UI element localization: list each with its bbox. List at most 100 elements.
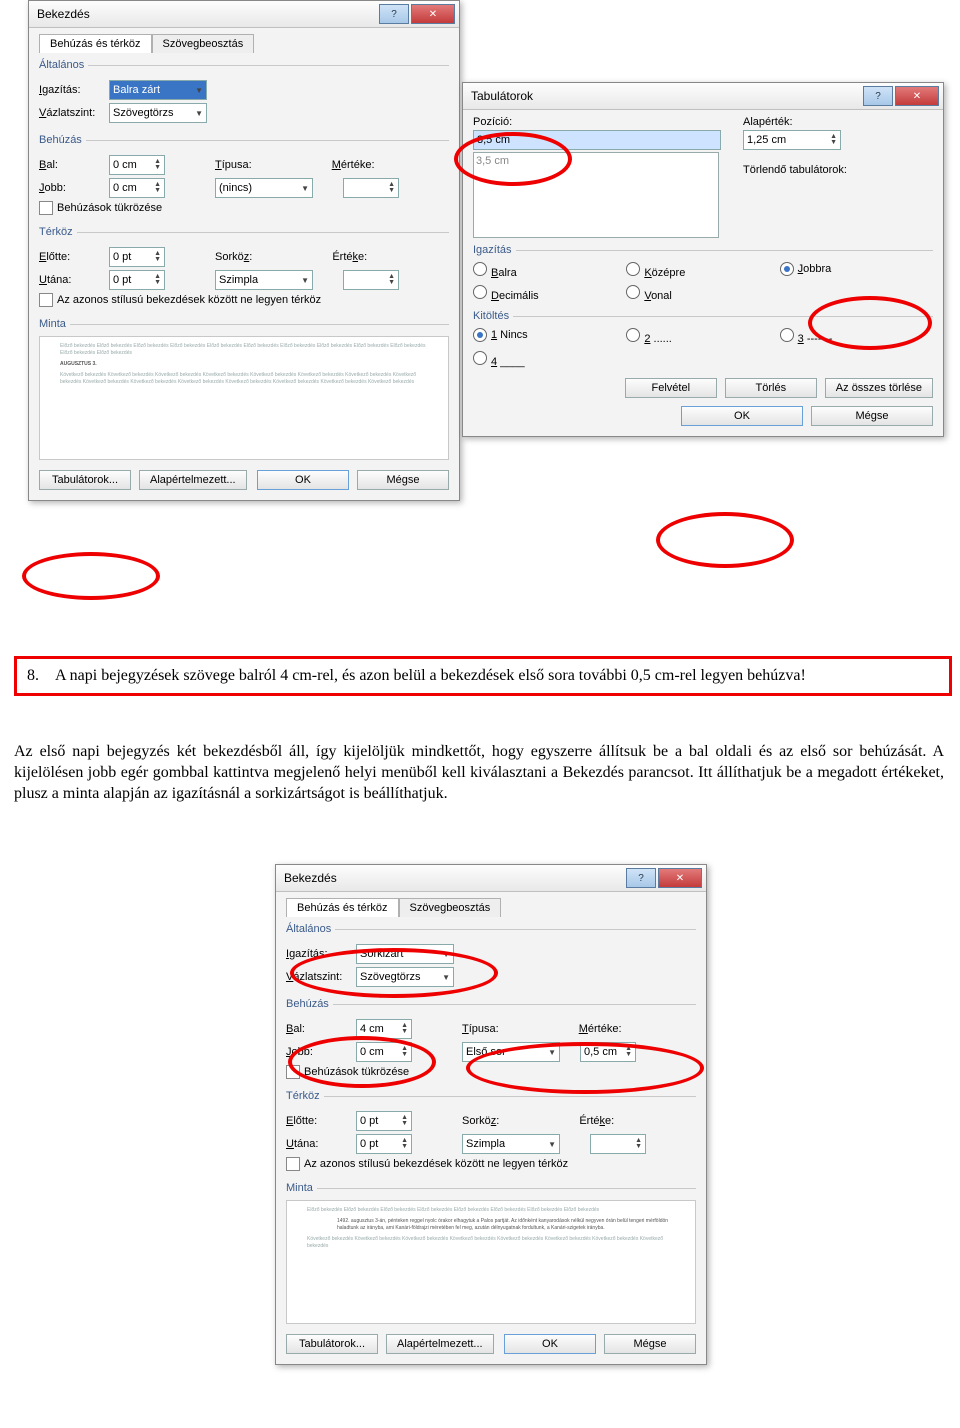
before-spin[interactable]: 0 pt▲▼: [356, 1111, 412, 1131]
preview-box: Előző bekezdés Előző bekezdés Előző beke…: [286, 1200, 696, 1324]
close-icon[interactable]: ✕: [895, 86, 939, 106]
group-general: Általános: [286, 923, 335, 935]
label-linespace: Sorköz:: [215, 251, 252, 263]
leader-2-radio[interactable]: 2 ......: [626, 328, 779, 345]
dialog-title: Bekezdés: [33, 7, 377, 21]
label-by: Mértéke:: [332, 159, 375, 171]
right-indent-spin[interactable]: 0 cm▲▼: [109, 178, 165, 198]
after-spin[interactable]: 0 pt▲▼: [109, 270, 165, 290]
step-8-box: 8. A napi bejegyzések szövege balról 4 c…: [14, 656, 952, 696]
dialog-title: Tabulátorok: [467, 89, 861, 103]
left-indent-spin[interactable]: 0 cm▲▼: [109, 155, 165, 175]
close-icon[interactable]: ✕: [658, 868, 702, 888]
align-center-radio[interactable]: Középre: [626, 262, 779, 279]
label-special: Típusa:: [462, 1023, 499, 1035]
mirror-indents-checkbox[interactable]: [286, 1065, 300, 1079]
clearall-button[interactable]: Az összes törlése: [825, 378, 933, 398]
tabs-dialog: Tabulátorok ? ✕ Pozíció: 3,5 cm 3,5 cm A…: [462, 82, 944, 437]
outline-combo[interactable]: Szövegtörzs▼: [356, 967, 454, 987]
right-indent-spin[interactable]: 0 cm▲▼: [356, 1042, 412, 1062]
label-position: Pozíció:: [473, 116, 723, 128]
titlebar: Bekezdés ? ✕: [29, 1, 459, 28]
at-spin[interactable]: ▲▼: [590, 1134, 646, 1154]
label-left: Bal:: [286, 1023, 356, 1035]
cancel-button[interactable]: Mégse: [357, 470, 449, 490]
special-combo[interactable]: (nincs)▼: [215, 178, 313, 198]
after-spin[interactable]: 0 pt▲▼: [356, 1134, 412, 1154]
alignment-combo[interactable]: Sorkizárt▼: [356, 944, 454, 964]
help-icon[interactable]: ?: [863, 86, 893, 106]
label-at: Értéke:: [332, 251, 367, 263]
outline-combo[interactable]: Szövegtörzs▼: [109, 103, 207, 123]
label-outline: Vázlatszint:: [286, 971, 356, 983]
label-before: Előtte:: [39, 251, 109, 263]
dialog-title: Bekezdés: [280, 871, 624, 885]
label-after: Utána:: [286, 1138, 356, 1150]
alignment-combo[interactable]: Balra zárt▼: [109, 80, 207, 100]
by-spin[interactable]: 0,5 cm▲▼: [580, 1042, 636, 1062]
cancel-button[interactable]: Mégse: [604, 1334, 696, 1354]
label-right: Jobb:: [39, 182, 109, 194]
left-indent-spin[interactable]: 4 cm▲▼: [356, 1019, 412, 1039]
label-mirror: Behúzások tükrözése: [304, 1066, 409, 1078]
label-right: Jobb:: [286, 1046, 356, 1058]
group-indent: Behúzás: [286, 998, 333, 1010]
align-right-radio[interactable]: Jobbra: [780, 262, 933, 279]
tab-line-breaks[interactable]: Szövegbeosztás: [399, 898, 502, 917]
close-icon[interactable]: ✕: [411, 4, 455, 24]
ok-button[interactable]: OK: [681, 406, 803, 426]
step-text: A napi bejegyzések szövege balról 4 cm-r…: [55, 667, 939, 685]
default-button[interactable]: Alapértelmezett...: [139, 470, 247, 490]
position-listbox[interactable]: 3,5 cm: [473, 152, 719, 238]
step-number: 8.: [27, 667, 55, 685]
leader-1-radio[interactable]: 1 Nincs: [473, 328, 626, 345]
ok-button[interactable]: OK: [257, 470, 349, 490]
help-icon[interactable]: ?: [379, 4, 409, 24]
align-decimal-radio[interactable]: Decimális: [473, 285, 626, 302]
tabs-button[interactable]: Tabulátorok...: [39, 470, 131, 490]
label-by: Mértéke:: [579, 1023, 622, 1035]
group-indent: Behúzás: [39, 134, 86, 146]
ok-button[interactable]: OK: [504, 1334, 596, 1354]
highlight-ok-button: [656, 512, 794, 568]
group-preview: Minta: [39, 318, 70, 330]
tabs-button[interactable]: Tabulátorok...: [286, 1334, 378, 1354]
label-at: Értéke:: [579, 1115, 614, 1127]
default-button[interactable]: Alapértelmezett...: [386, 1334, 494, 1354]
align-left-radio[interactable]: Balra: [473, 262, 626, 279]
by-spin[interactable]: ▲▼: [343, 178, 399, 198]
label-alignment: Igazítás:: [286, 948, 356, 960]
nospace-checkbox[interactable]: [286, 1157, 300, 1171]
special-combo[interactable]: Első sor▼: [462, 1042, 560, 1062]
leader-4-radio[interactable]: 4 ____: [473, 351, 626, 368]
chevron-down-icon: ▼: [195, 86, 203, 95]
preview-box: Előző bekezdés Előző bekezdés Előző beke…: [39, 336, 449, 460]
nospace-checkbox[interactable]: [39, 293, 53, 307]
cancel-button[interactable]: Mégse: [811, 406, 933, 426]
position-input[interactable]: 3,5 cm: [473, 130, 721, 150]
paragraph-dialog-2: Bekezdés ? ✕ Behúzás és térköz Szövegbeo…: [275, 864, 707, 1365]
clear-button[interactable]: Törlés: [725, 378, 817, 398]
align-bar-radio[interactable]: Vonal: [626, 285, 779, 302]
label-left: Bal:: [39, 159, 109, 171]
body-paragraph: Az első napi bejegyzés két bekezdésből á…: [14, 742, 944, 804]
label-nospace: Az azonos stílusú bekezdések között ne l…: [57, 294, 321, 306]
label-nospace: Az azonos stílusú bekezdések között ne l…: [304, 1158, 568, 1170]
default-tab-spin[interactable]: 1,25 cm▲▼: [743, 130, 841, 150]
titlebar: Tabulátorok ? ✕: [463, 83, 943, 110]
group-alignment: Igazítás: [473, 244, 516, 256]
tab-indent-spacing[interactable]: Behúzás és térköz: [39, 34, 152, 53]
before-spin[interactable]: 0 pt▲▼: [109, 247, 165, 267]
linespace-combo[interactable]: Szimpla▼: [462, 1134, 560, 1154]
linespace-combo[interactable]: Szimpla▼: [215, 270, 313, 290]
label-mirror: Behúzások tükrözése: [57, 202, 162, 214]
group-leader: Kitöltés: [473, 310, 513, 322]
tab-line-breaks[interactable]: Szövegbeosztás: [152, 34, 255, 53]
mirror-indents-checkbox[interactable]: [39, 201, 53, 215]
leader-3-radio[interactable]: 3 -------: [780, 328, 933, 345]
paragraph-dialog-1: Bekezdés ? ✕ Behúzás és térköz Szövegbeo…: [28, 0, 460, 501]
help-icon[interactable]: ?: [626, 868, 656, 888]
at-spin[interactable]: ▲▼: [343, 270, 399, 290]
set-button[interactable]: Felvétel: [625, 378, 717, 398]
tab-indent-spacing[interactable]: Behúzás és térköz: [286, 898, 399, 917]
